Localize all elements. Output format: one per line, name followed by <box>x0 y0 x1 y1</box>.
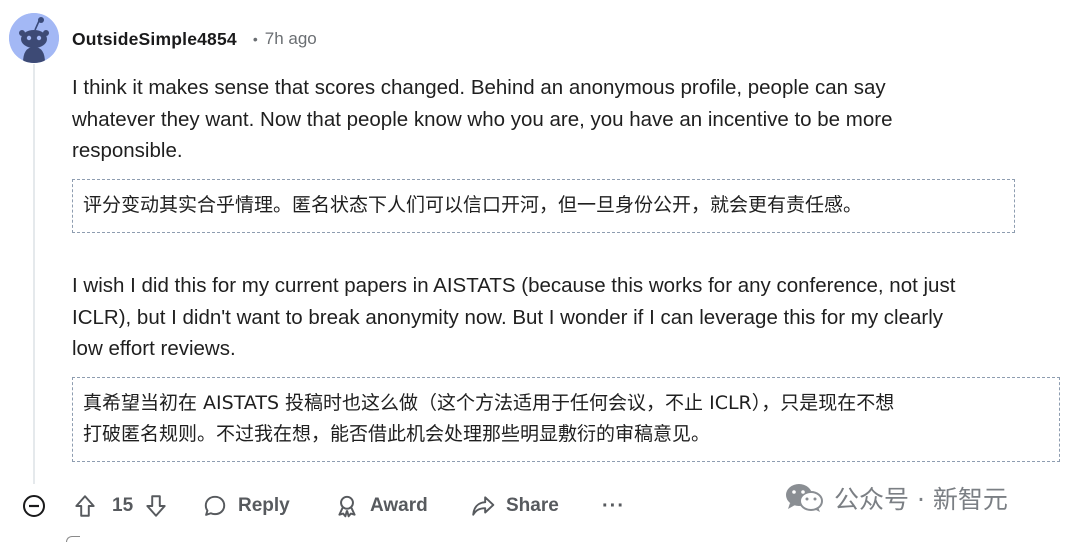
username[interactable]: OutsideSimple4854 <box>72 29 237 50</box>
thread-line[interactable] <box>33 64 35 484</box>
vote-controls: 15 <box>72 488 169 524</box>
share-label: Share <box>506 495 559 516</box>
paragraph-line: I wish I did this for my current papers … <box>72 274 956 297</box>
reply-label: Reply <box>238 495 290 516</box>
comment-header: OutsideSimple4854 • 7h ago <box>72 27 317 51</box>
watermark-text: 公众号 · 新智元 <box>834 485 1008 514</box>
paragraph-line: ICLR), but I didn't want to break anonym… <box>72 305 944 329</box>
reply-button[interactable]: Reply <box>202 488 290 524</box>
paragraph-line: I think it makes sense that scores chang… <box>72 76 886 99</box>
reddit-snoo-avatar-icon <box>9 13 59 63</box>
upvote-icon[interactable] <box>72 493 98 519</box>
award-icon <box>338 495 356 518</box>
translation-box-1: 评分变动其实合乎情理。匿名状态下人们可以信口开河，但一旦身份公开，就会更有责任感… <box>72 179 1015 233</box>
downvote-icon[interactable] <box>143 493 169 519</box>
timestamp[interactable]: 7h ago <box>265 29 317 49</box>
next-comment-thread-connector <box>66 536 80 542</box>
comment-paragraph-1: I think it makes sense that scores chang… <box>72 72 892 167</box>
award-label: Award <box>370 495 428 516</box>
translation-line: 评分变动其实合乎情理。匿名状态下人们可以信口开河，但一旦身份公开，就会更有责任感… <box>83 194 863 216</box>
separator-dot: • <box>252 31 258 47</box>
paragraph-line: low effort reviews. <box>72 337 236 360</box>
watermark: 公众号 · 新智元 <box>784 480 1008 516</box>
collapse-button[interactable] <box>22 488 46 524</box>
share-button[interactable]: Share <box>470 488 559 524</box>
translation-line: 打破匿名规则。不过我在想，能否借此机会处理那些明显敷衍的审稿意见。 <box>83 423 711 445</box>
share-icon <box>472 496 495 516</box>
translation-line: 真希望当初在 AISTATS 投稿时也这么做（这个方法适用于任何会议，不止 IC… <box>83 392 895 414</box>
paragraph-line: responsible. <box>72 139 183 162</box>
award-button[interactable]: Award <box>334 488 428 524</box>
more-label: ··· <box>602 494 625 517</box>
translation-box-2: 真希望当初在 AISTATS 投稿时也这么做（这个方法适用于任何会议，不止 IC… <box>72 377 1060 462</box>
paragraph-line: whatever they want. Now that people know… <box>72 107 893 131</box>
more-options-button[interactable]: ··· <box>602 488 625 524</box>
reply-icon <box>204 495 226 516</box>
collapse-icon <box>23 495 45 517</box>
avatar[interactable] <box>9 13 59 63</box>
wechat-icon <box>786 484 823 512</box>
vote-count: 15 <box>112 495 134 516</box>
comment-paragraph-2: I wish I did this for my current papers … <box>72 270 955 365</box>
